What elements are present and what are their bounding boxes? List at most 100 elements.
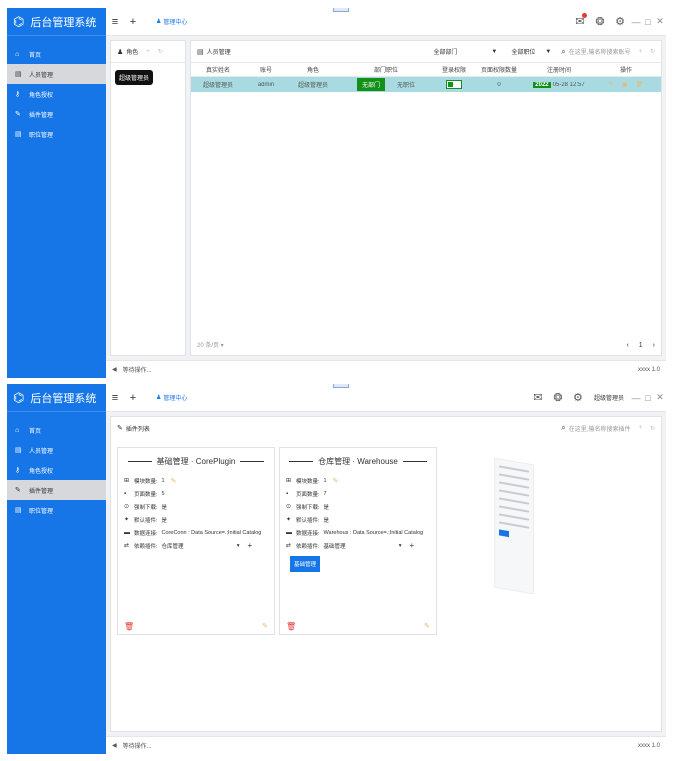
login-permission-toggle[interactable] [446, 80, 462, 89]
status-text: 等待操作... [122, 368, 152, 374]
version-text: xxxx 1.0 [637, 366, 660, 373]
mail-icon[interactable]: ✉ [528, 391, 548, 404]
app-title: 后台管理系统 [30, 16, 97, 29]
main-content: ✎ 插件列表 ⌕ 在这里,输名称搜索插件 + ↻ 基础管理 · CorePlugi… [106, 412, 666, 736]
plugin-card: 仓库管理 · Warehouse ⊞ 模块数量: 1 ✎ ▪ 页面数量: 7 ⊙ 强制下载:… [279, 447, 437, 635]
plugin-icon[interactable]: ❂ [548, 391, 568, 404]
user-icon: ♟ [156, 395, 162, 401]
download-icon: ⊙ [124, 504, 130, 510]
sidebar-item-users[interactable]: ▤ 人员管理 [7, 64, 106, 84]
refresh-role-icon[interactable]: ↻ [158, 48, 163, 55]
lock-icon[interactable]: ▣ [622, 82, 628, 88]
dependency-tag-button[interactable]: 基础管理 [290, 556, 321, 572]
sidebar-item-users[interactable]: ▤ 人员管理 [7, 440, 106, 460]
edit-icon[interactable]: ✎ [333, 477, 339, 485]
search-icon: ⌕ [561, 46, 566, 56]
star-icon: ✦ [286, 517, 292, 523]
database-icon: ▬ [286, 529, 292, 536]
role-super-admin-button[interactable]: 超级管理员 [115, 70, 154, 85]
prev-page-icon[interactable]: ‹ [627, 342, 629, 349]
plugin-preview-image [494, 457, 534, 595]
version-text: xxxx 1.0 [637, 742, 660, 749]
dept-filter-select[interactable]: 全部部门 ▼ [433, 47, 498, 57]
dependency-select[interactable]: 仓库管理 ▾ [162, 542, 240, 550]
next-page-icon[interactable]: › [653, 342, 655, 349]
maximize-icon[interactable]: □ [642, 17, 654, 27]
page-size-select[interactable]: 20 条/页 ▾ [197, 340, 224, 349]
key-icon: ⚷ [15, 467, 21, 474]
close-icon[interactable]: ✕ [654, 392, 666, 403]
chevron-down-icon: ▾ [398, 542, 402, 549]
people-title: 人员管理 [206, 50, 231, 56]
delete-icon[interactable]: 🗑 [636, 82, 644, 88]
refresh-icon[interactable]: ↻ [650, 425, 655, 432]
file-icon: ▪ [286, 490, 289, 497]
sidebar: ⌬ 后台管理系统 ⌂ 首页 ▤ 人员管理 ⚷ 角色授权 ✎ 插件管理 ▤ 职位管理 [7, 8, 106, 378]
sidebar-item-plugins[interactable]: ✎ 插件管理 [7, 104, 106, 124]
plugins-title: 插件列表 [125, 426, 150, 433]
add-plugin-icon[interactable]: + [638, 425, 642, 431]
id-card-icon: ▤ [15, 507, 22, 514]
page-number[interactable]: 1 [639, 342, 643, 349]
edit-icon[interactable]: ✎ [262, 622, 268, 630]
delete-icon[interactable]: 🗑 [286, 622, 296, 631]
add-dependency-icon[interactable]: + [410, 541, 415, 550]
gears-icon[interactable]: ⚙ [610, 15, 630, 28]
gears-icon[interactable]: ⚙ [568, 391, 588, 404]
grid-icon: ⊞ [124, 478, 130, 484]
add-user-icon[interactable]: + [638, 49, 642, 55]
sidebar-item-home[interactable]: ⌂ 首页 [7, 420, 106, 440]
topbar: ≡ + ♟ 管理中心 ✉ ❂ ⚙ 超级管理员 — □ ✕ [106, 384, 666, 412]
menu-icon[interactable]: ≡ [106, 392, 124, 404]
download-icon: ⊙ [286, 504, 292, 510]
home-icon: ⌂ [15, 426, 20, 434]
refresh-icon[interactable]: ↻ [650, 48, 655, 55]
sidebar-item-plugins[interactable]: ✎ 插件管理 [7, 480, 106, 500]
edit-icon[interactable]: ✎ [609, 82, 614, 88]
id-card-icon: ▤ [197, 48, 204, 56]
chevron-down-icon: ▼ [491, 48, 498, 55]
search-icon: ⌕ [561, 423, 566, 432]
chevron-down-icon: ▼ [545, 48, 552, 55]
users-icon: ♟ [117, 48, 124, 56]
card-title: 仓库管理 · Warehouse [318, 456, 398, 466]
tab-management-center[interactable]: ♟ 管理中心 [150, 387, 194, 408]
plugin-search-input[interactable]: ⌕ 在这里,输名称搜索插件 [561, 423, 630, 433]
sidebar-item-roles[interactable]: ⚷ 角色授权 [7, 84, 106, 104]
add-icon[interactable]: + [124, 16, 142, 28]
edit-icon[interactable]: ✎ [424, 622, 430, 630]
wrench-icon: ✎ [15, 487, 21, 494]
app-title-bar: ⌬ 后台管理系统 [7, 8, 106, 36]
roles-panel: ♟ 角色 + ↻ 超级管理员 [110, 40, 186, 356]
minimize-icon[interactable]: — [630, 393, 642, 403]
sidebar-item-positions[interactable]: ▤ 职位管理 [7, 500, 106, 520]
grid-icon: ⊞ [286, 478, 292, 484]
drag-handle[interactable] [333, 384, 349, 388]
dependency-select[interactable]: 基础管理 ▾ [324, 542, 402, 550]
plugin-card: 基础管理 · CorePlugin ⊞ 模块数量: 1 ✎ ▪ 页面数量: 5 ⊙ 强制下载… [117, 447, 275, 635]
sidebar-item-home[interactable]: ⌂ 首页 [7, 44, 106, 64]
database-icon: ▬ [124, 529, 130, 536]
edit-icon[interactable]: ✎ [171, 477, 177, 485]
tab-management-center[interactable]: ♟ 管理中心 [150, 11, 194, 32]
sidebar-item-roles[interactable]: ⚷ 角色授权 [7, 460, 106, 480]
menu-icon[interactable]: ≡ [106, 16, 124, 28]
delete-icon[interactable]: 🗑 [124, 622, 134, 631]
swap-icon: ⇄ [124, 543, 130, 549]
table-row[interactable]: 超级管理员 admin 超级管理员 无部门 无职位 0 2022 05-28 12… [191, 77, 661, 92]
position-filter-select[interactable]: 全部职位 ▼ [511, 47, 552, 57]
id-card-icon: ▤ [15, 447, 22, 454]
id-card-icon: ▤ [15, 71, 22, 78]
close-icon[interactable]: ✕ [654, 16, 666, 27]
sidebar-item-positions[interactable]: ▤ 职位管理 [7, 124, 106, 144]
add-role-icon[interactable]: + [146, 49, 150, 55]
maximize-icon[interactable]: □ [642, 393, 654, 403]
mail-icon[interactable]: ✉ [570, 13, 590, 28]
minimize-icon[interactable]: — [630, 17, 642, 27]
add-icon[interactable]: + [124, 392, 142, 404]
plugin-icon[interactable]: ❂ [590, 15, 610, 28]
add-dependency-icon[interactable]: + [248, 541, 253, 550]
user-search-input[interactable]: ⌕ 在这里,输名称搜索账号 [561, 47, 630, 57]
drag-handle[interactable] [333, 8, 349, 12]
current-user[interactable]: 超级管理员 [594, 393, 624, 402]
